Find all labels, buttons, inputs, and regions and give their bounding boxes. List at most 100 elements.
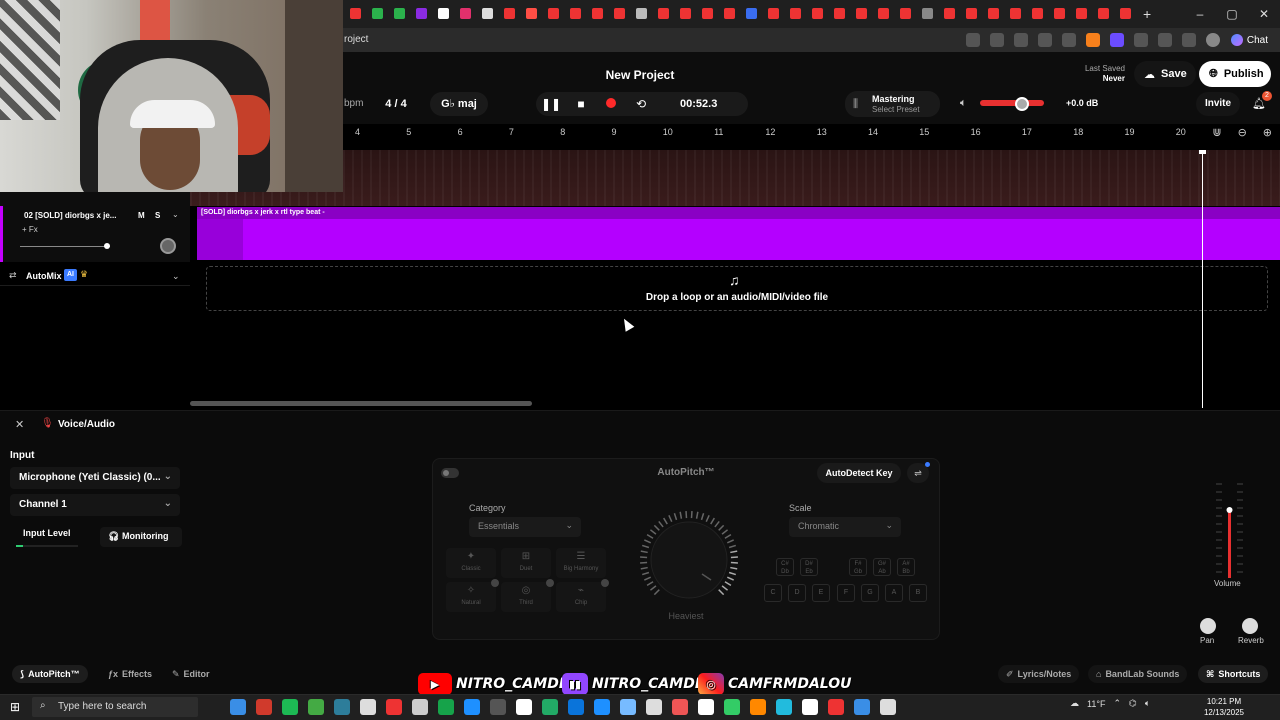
taskbar-app-icon[interactable] <box>516 699 532 715</box>
browser-tab[interactable] <box>768 8 779 19</box>
taskbar-app-icon[interactable] <box>334 699 350 715</box>
strength-knob[interactable] <box>634 510 744 610</box>
browser-tab[interactable] <box>856 8 867 19</box>
taskbar-app-icon[interactable] <box>438 699 454 715</box>
track-volume-slider[interactable] <box>20 246 110 247</box>
taskbar-app-icon[interactable] <box>776 699 792 715</box>
mastering-selector[interactable]: ⫼ Mastering Select Preset <box>845 91 940 117</box>
browser-tab[interactable] <box>504 8 515 19</box>
taskbar-app-icon[interactable] <box>568 699 584 715</box>
taskbar-app-icon[interactable] <box>230 699 246 715</box>
close-window-icon[interactable]: ✕ <box>1248 0 1280 28</box>
tab-editor[interactable]: ✎ Editor <box>164 665 218 683</box>
timeline-ruler[interactable] <box>190 124 1280 140</box>
browser-tab[interactable] <box>812 8 823 19</box>
taskbar-clock[interactable]: 10:21 PM 12/13/2025 <box>1196 696 1252 718</box>
taskbar-app-icon[interactable] <box>360 699 376 715</box>
taskbar-app-icon[interactable] <box>256 699 272 715</box>
taskbar-app-icon[interactable] <box>412 699 428 715</box>
tab-autopitch[interactable]: ⟆ AutoPitch™ <box>12 665 88 683</box>
extension-icon[interactable] <box>1038 33 1052 47</box>
key-c-sharp[interactable]: C# Db <box>776 558 794 576</box>
browser-tab[interactable] <box>548 8 559 19</box>
project-title[interactable]: New Project <box>540 68 740 82</box>
audio-clip[interactable]: [SOLD] diorbgs x jerk x rtl type beat - <box>197 207 1280 260</box>
key-f-sharp[interactable]: F# Gb <box>849 558 867 576</box>
publish-button[interactable]: 🌐︎ Publish <box>1199 61 1271 87</box>
taskbar-app-icon[interactable] <box>490 699 506 715</box>
save-button[interactable]: ☁ Save <box>1134 61 1196 87</box>
browser-tab[interactable] <box>1054 8 1065 19</box>
mute-button[interactable]: M <box>138 211 145 220</box>
add-fx-button[interactable]: + Fx <box>22 225 38 234</box>
magnet-icon[interactable]: ⋓ <box>1212 126 1221 139</box>
browser-tab[interactable] <box>482 8 493 19</box>
taskbar-app-icon[interactable] <box>282 699 298 715</box>
key-e[interactable]: E <box>812 584 830 602</box>
browser-tab[interactable] <box>1010 8 1021 19</box>
profile-avatar[interactable] <box>1206 33 1220 47</box>
key-b[interactable]: B <box>909 584 927 602</box>
pan-knob[interactable] <box>1200 618 1216 634</box>
style-tile-classic[interactable]: ✦ Classic <box>446 548 496 578</box>
minimize-icon[interactable]: – <box>1184 0 1216 28</box>
extension-icon[interactable] <box>990 33 1004 47</box>
browser-tab[interactable] <box>1120 8 1131 19</box>
style-tile-natural[interactable]: ✧ Natural <box>446 579 499 612</box>
tab-bandlab-sounds[interactable]: ⌂ BandLab Sounds <box>1088 665 1188 683</box>
category-select[interactable]: Essentials ⌄ <box>469 517 581 537</box>
browser-tab[interactable] <box>658 8 669 19</box>
tab-lyrics-notes[interactable]: ✐ Lyrics/Notes <box>998 665 1080 683</box>
playhead-handle[interactable] <box>1199 150 1206 154</box>
taskbar-app-icon[interactable] <box>620 699 636 715</box>
browser-tab[interactable] <box>1098 8 1109 19</box>
key-a-sharp[interactable]: A# Bb <box>897 558 915 576</box>
browser-tab[interactable] <box>922 8 933 19</box>
track-1-header[interactable] <box>0 192 190 206</box>
speaker-mute-icon[interactable]: 🔈︎ <box>960 97 967 110</box>
zoom-in-icon[interactable]: ⊕ <box>1263 126 1272 139</box>
chevron-down-icon[interactable]: ⌄ <box>172 210 179 219</box>
scale-select[interactable]: Chromatic ⌄ <box>789 517 901 537</box>
chevron-up-icon[interactable]: ⌃ <box>1113 698 1121 709</box>
tab-shortcuts[interactable]: ⌘ Shortcuts <box>1198 665 1269 683</box>
stop-button[interactable]: ■ <box>566 97 596 111</box>
taskbar-app-icon[interactable] <box>828 699 844 715</box>
pause-button[interactable]: ❚❚ <box>536 97 566 111</box>
horizontal-scrollbar[interactable] <box>190 401 532 406</box>
key-d[interactable]: D <box>788 584 806 602</box>
browser-tab[interactable] <box>350 8 361 19</box>
reverb-knob[interactable] <box>1242 618 1258 634</box>
invite-button[interactable]: Invite <box>1196 92 1240 116</box>
style-tile-duet[interactable]: ⊞ Duet <box>501 548 551 578</box>
browser-tab[interactable] <box>988 8 999 19</box>
browser-tab[interactable] <box>680 8 691 19</box>
chevron-down-icon[interactable]: ⌄ <box>172 271 180 282</box>
style-tile-third[interactable]: ◎ Third <box>501 579 554 612</box>
volume-fader[interactable] <box>1212 482 1248 578</box>
key-c[interactable]: C <box>764 584 782 602</box>
extension-icon[interactable] <box>966 33 980 47</box>
browser-tab[interactable] <box>834 8 845 19</box>
maximize-icon[interactable]: ▢ <box>1216 0 1248 28</box>
browser-tab[interactable] <box>636 8 647 19</box>
windows-start-icon[interactable]: ⊞ <box>10 700 20 714</box>
browser-tab[interactable] <box>724 8 735 19</box>
browser-tab[interactable] <box>394 8 405 19</box>
taskbar-app-icon[interactable] <box>542 699 558 715</box>
browser-tab[interactable] <box>944 8 955 19</box>
browser-tab[interactable] <box>526 8 537 19</box>
taskbar-app-icon[interactable] <box>750 699 766 715</box>
style-tile-big-harmony[interactable]: ☰ Big Harmony <box>556 548 606 578</box>
browser-tab[interactable] <box>1076 8 1087 19</box>
master-volume-handle[interactable] <box>1015 97 1029 111</box>
browser-tab[interactable] <box>416 8 427 19</box>
playhead[interactable] <box>1202 152 1203 408</box>
weather-icon[interactable]: ☁ <box>1070 698 1079 709</box>
bpm-label[interactable]: bpm <box>344 98 363 109</box>
input-device-select[interactable]: Microphone (Yeti Classic) (0... ⌄ <box>10 467 180 489</box>
browser-tab[interactable] <box>790 8 801 19</box>
master-volume-slider[interactable] <box>980 100 1044 106</box>
taskbar-app-icon[interactable] <box>698 699 714 715</box>
browser-tab[interactable] <box>592 8 603 19</box>
